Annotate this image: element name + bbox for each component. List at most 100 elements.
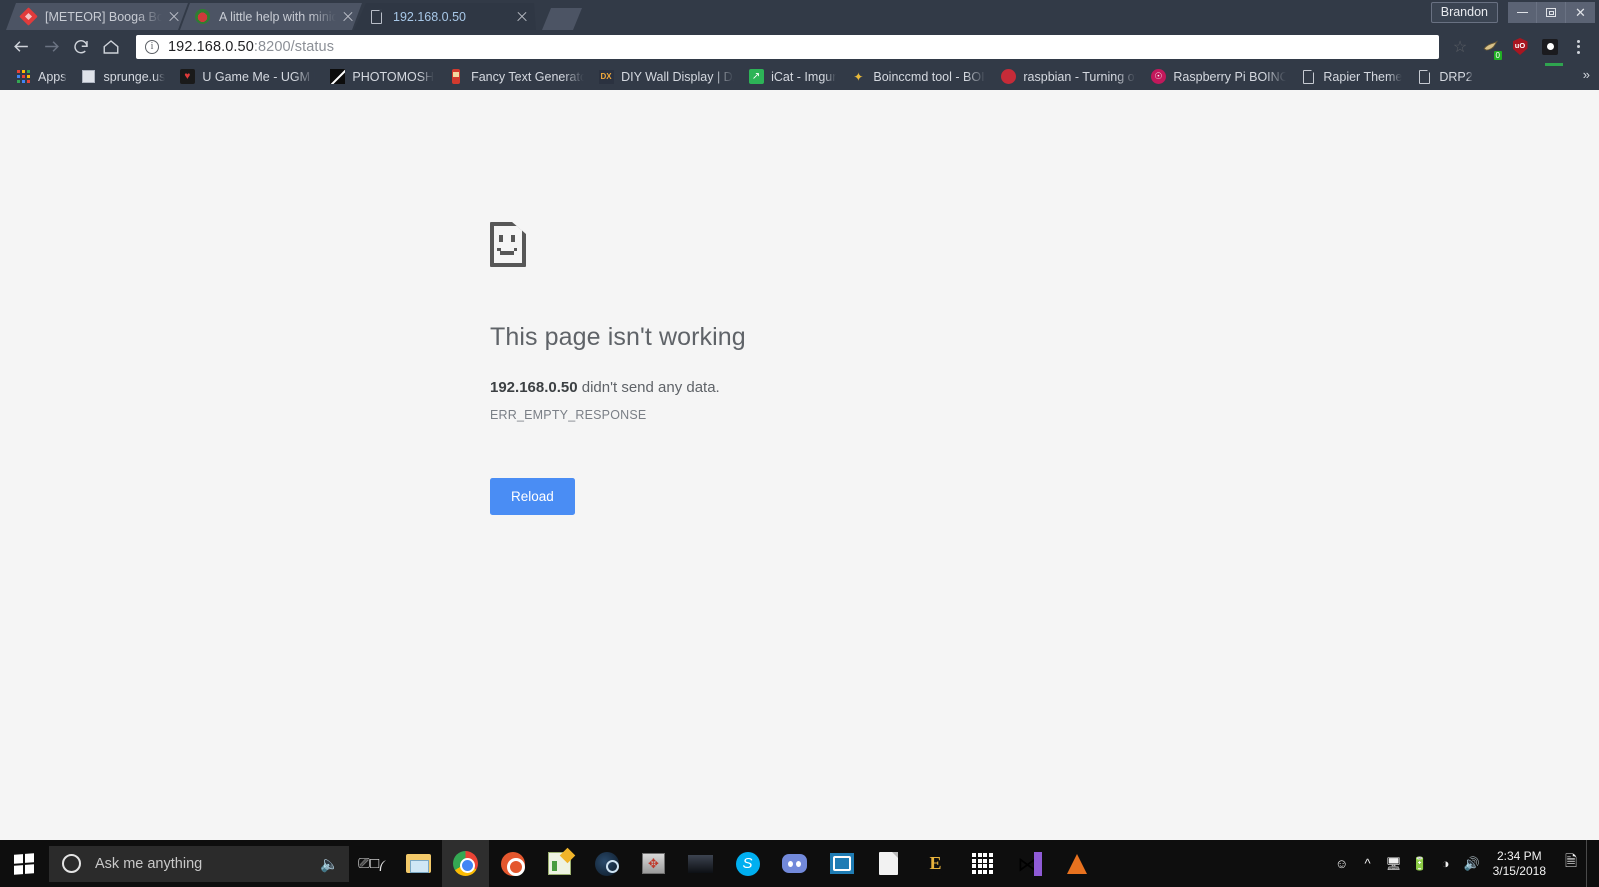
network-monitor-icon[interactable]: 🖥 — [1381, 840, 1407, 887]
clock-time: 2:34 PM — [1496, 848, 1542, 863]
bookmarks-overflow-chevron[interactable]: » — [1583, 67, 1590, 82]
action-center-icon[interactable]: 🗎 — [1556, 840, 1586, 887]
microphone-icon[interactable]: 🔈 — [320, 855, 339, 873]
error-host: 192.168.0.50 — [490, 379, 578, 396]
bookmark-fancy-text[interactable]: Fancy Text Generator — [441, 66, 591, 88]
new-tab-button[interactable] — [542, 8, 582, 30]
taskbar-discord[interactable] — [771, 840, 818, 887]
taskbar-skype[interactable]: S — [724, 840, 771, 887]
chrome-menu-button[interactable] — [1565, 34, 1591, 60]
show-desktop-button[interactable] — [1586, 840, 1593, 887]
bookmark-rapier-theme[interactable]: Rapier Theme — [1293, 66, 1409, 88]
error-detail: 192.168.0.50 didn't send any data. — [490, 379, 1090, 396]
bookmark-label: iCat - Imgur — [771, 69, 837, 84]
taskbar-file-document[interactable] — [865, 840, 912, 887]
bookmark-icat-imgur[interactable]: ↗ iCat - Imgur — [741, 66, 843, 88]
tab-title: [METEOR] Booga Booga — [45, 9, 162, 24]
taskbar-clock[interactable]: 2:34 PM 3/15/2018 — [1485, 849, 1556, 879]
bookmark-label: Boinccmd tool - BOIN — [873, 69, 987, 84]
taskbar-dark-app[interactable] — [677, 840, 724, 887]
bookmark-apps[interactable]: Apps — [8, 66, 74, 88]
bookmark-raspberry-pi-boinc[interactable]: ☉ Raspberry Pi BOINC T — [1143, 66, 1293, 88]
tab-close-icon[interactable] — [514, 9, 530, 25]
bookmark-sprunge[interactable]: sprunge.us — [74, 66, 173, 88]
wifi-icon[interactable]: ◑ — [1433, 840, 1459, 887]
reload-button[interactable] — [66, 32, 96, 62]
bookmark-label: Raspberry Pi BOINC T — [1173, 69, 1287, 84]
taskbar-google-chrome[interactable] — [442, 840, 489, 887]
tab-close-icon[interactable] — [166, 9, 182, 25]
cortana-icon — [62, 854, 81, 873]
browser-tab-1[interactable]: [METEOR] Booga Booga — [6, 3, 188, 30]
bookmark-label: Rapier Theme — [1323, 69, 1403, 84]
browser-tab-2[interactable]: A little help with minidlna — [180, 3, 362, 30]
taskbar-notepad-plus-plus[interactable] — [536, 840, 583, 887]
task-view-button[interactable]: ⎚□⎛ — [349, 840, 395, 887]
ext-dark-square-icon[interactable] — [1537, 34, 1563, 60]
taskbar-ubuntu[interactable] — [489, 840, 536, 887]
ublock-shield: uO — [1512, 38, 1528, 55]
ublock-origin-icon[interactable]: uO — [1507, 34, 1533, 60]
taskbar-visual-studio-code[interactable]: ⋈ — [1006, 840, 1053, 887]
news-icon — [81, 69, 97, 85]
start-button[interactable] — [0, 840, 47, 887]
bookmark-photomosh[interactable]: PHOTOMOSH — [322, 66, 441, 88]
battery-icon[interactable]: 🔋 — [1407, 840, 1433, 887]
raspbian-icon — [1000, 69, 1016, 85]
site-info-icon[interactable]: i — [145, 39, 159, 54]
bookmark-label: sprunge.us — [103, 69, 166, 84]
taskbar-calculator[interactable] — [959, 840, 1006, 887]
home-button[interactable] — [96, 32, 126, 62]
error-code: ERR_EMPTY_RESPONSE — [490, 408, 647, 422]
browser-toolbar: i 192.168.0.50:8200/status ☆ 0 uO — [0, 30, 1599, 63]
taskbar-steam[interactable] — [583, 840, 630, 887]
search-input[interactable]: Ask me anything 🔈 — [49, 845, 349, 882]
taskbar-file-explorer[interactable] — [395, 840, 442, 887]
bookmark-ugm[interactable]: ♥ U Game Me - UGM Fr — [172, 66, 322, 88]
taskbar-remote-desktop[interactable] — [818, 840, 865, 887]
bookmark-label: PHOTOMOSH — [352, 69, 435, 84]
forward-button[interactable] — [36, 32, 66, 62]
page-title: This page isn't working — [490, 323, 746, 351]
close-button[interactable]: ✕ — [1566, 2, 1595, 23]
people-icon[interactable]: ☺ — [1329, 840, 1355, 887]
bookmark-raspbian[interactable]: raspbian - Turning of — [993, 66, 1143, 88]
bookmark-drp2[interactable]: DRP2 — [1409, 66, 1479, 88]
roblox-icon — [20, 9, 36, 25]
raspberry-pi-boinc-icon: ☉ — [1150, 69, 1166, 85]
browser-tab-strip: [METEOR] Booga Booga A little help with … — [0, 0, 1599, 30]
reload-button[interactable]: Reload — [490, 478, 575, 515]
bookmark-star-icon[interactable]: ☆ — [1447, 34, 1473, 60]
photomosh-icon — [329, 69, 345, 85]
taskbar-vlc-media-player[interactable] — [1053, 840, 1100, 887]
browser-tab-3-active[interactable]: 192.168.0.50 — [354, 3, 536, 30]
url-path: :8200/status — [253, 38, 335, 55]
minimize-button[interactable] — [1508, 2, 1537, 23]
ext-badge-count: 0 — [1493, 50, 1502, 60]
volume-icon[interactable]: 🔊 — [1459, 840, 1485, 887]
address-bar[interactable]: i 192.168.0.50:8200/status — [136, 34, 1439, 59]
profile-button[interactable]: Brandon — [1430, 2, 1498, 23]
page-icon — [1416, 69, 1432, 85]
bookmark-label: raspbian - Turning of — [1023, 69, 1137, 84]
bookmark-boinccmd[interactable]: ✦ Boinccmd tool - BOIN — [843, 66, 993, 88]
url-host: 192.168.0.50 — [168, 38, 254, 55]
bookmarks-bar: Apps sprunge.us ♥ U Game Me - UGM Fr PHO… — [0, 63, 1599, 90]
show-hidden-icons-chevron[interactable]: ^ — [1355, 840, 1381, 887]
restore-button[interactable] — [1537, 2, 1566, 23]
ugm-icon: ♥ — [179, 69, 195, 85]
taskbar-display-mover[interactable]: ✥ — [630, 840, 677, 887]
bookmark-label: U Game Me - UGM Fr — [202, 69, 316, 84]
bookmark-label: Fancy Text Generator — [471, 69, 585, 84]
bookmark-diy-wall-display[interactable]: DX DIY Wall Display | DA — [591, 66, 741, 88]
apps-grid-icon — [15, 69, 31, 85]
fancy-text-icon — [448, 69, 464, 85]
tab-close-icon[interactable] — [340, 9, 356, 25]
clock-date: 3/15/2018 — [1492, 863, 1546, 878]
taskbar-e-app[interactable]: E — [912, 840, 959, 887]
back-button[interactable] — [6, 32, 36, 62]
boinc-icon: ✦ — [853, 69, 864, 84]
error-detail-rest: didn't send any data. — [577, 379, 720, 396]
ext-slingshot-icon[interactable]: 0 — [1477, 34, 1503, 60]
bookmark-label: DIY Wall Display | DA — [621, 69, 735, 84]
